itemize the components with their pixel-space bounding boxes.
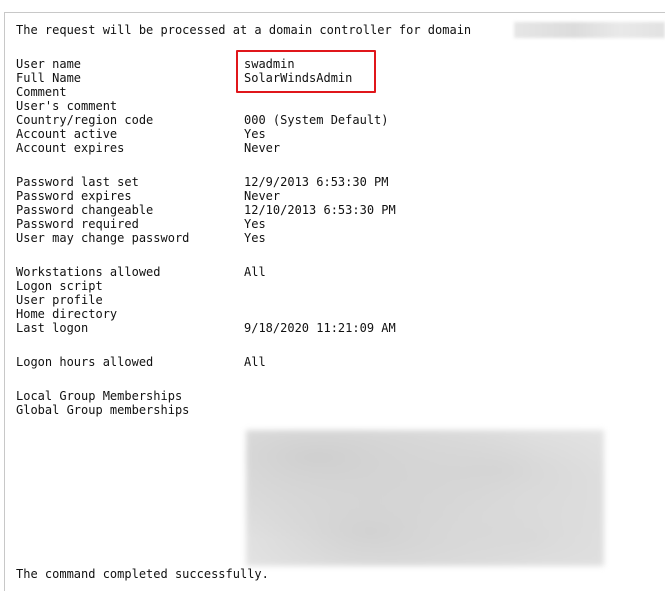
domain-request-line: The request will be processed at a domai… xyxy=(16,23,472,37)
user-may-change-password-label: User may change password xyxy=(16,231,190,245)
user-identity-highlight xyxy=(236,50,376,93)
local-group-memberships-label: Local Group Memberships xyxy=(16,389,183,403)
command-status-line: The command completed successfully. xyxy=(16,567,269,581)
redacted-domain-name xyxy=(514,22,665,38)
password-changeable-label: Password changeable xyxy=(16,203,154,217)
user-may-change-password-value: Yes xyxy=(244,231,266,245)
last-logon-value: 9/18/2020 11:21:09 AM xyxy=(244,321,396,335)
password-changeable-value: 12/10/2013 6:53:30 PM xyxy=(244,203,396,217)
full-name-label: Full Name xyxy=(16,71,82,85)
logon-hours-label: Logon hours allowed xyxy=(16,355,154,369)
user-name-label: User name xyxy=(16,57,82,71)
account-active-label: Account active xyxy=(16,127,118,141)
country-code-label: Country/region code xyxy=(16,113,154,127)
password-expires-label: Password expires xyxy=(16,189,132,203)
global-group-memberships-label: Global Group memberships xyxy=(16,403,190,417)
account-active-value: Yes xyxy=(244,127,266,141)
password-required-value: Yes xyxy=(244,217,266,231)
last-logon-label: Last logon xyxy=(16,321,89,335)
password-last-set-label: Password last set xyxy=(16,175,139,189)
password-last-set-value: 12/9/2013 6:53:30 PM xyxy=(244,175,389,189)
user-profile-label: User profile xyxy=(16,293,103,307)
logon-hours-value: All xyxy=(244,355,266,369)
workstations-allowed-value: All xyxy=(244,265,266,279)
account-expires-value: Never xyxy=(244,141,281,155)
account-expires-label: Account expires xyxy=(16,141,125,155)
workstations-allowed-label: Workstations allowed xyxy=(16,265,161,279)
password-required-label: Password required xyxy=(16,217,139,231)
redacted-group-list xyxy=(246,430,604,566)
country-code-value: 000 (System Default) xyxy=(244,113,389,127)
users-comment-label: User's comment xyxy=(16,99,118,113)
comment-label: Comment xyxy=(16,85,67,99)
home-directory-label: Home directory xyxy=(16,307,118,321)
password-expires-value: Never xyxy=(244,189,281,203)
logon-script-label: Logon script xyxy=(16,279,103,293)
